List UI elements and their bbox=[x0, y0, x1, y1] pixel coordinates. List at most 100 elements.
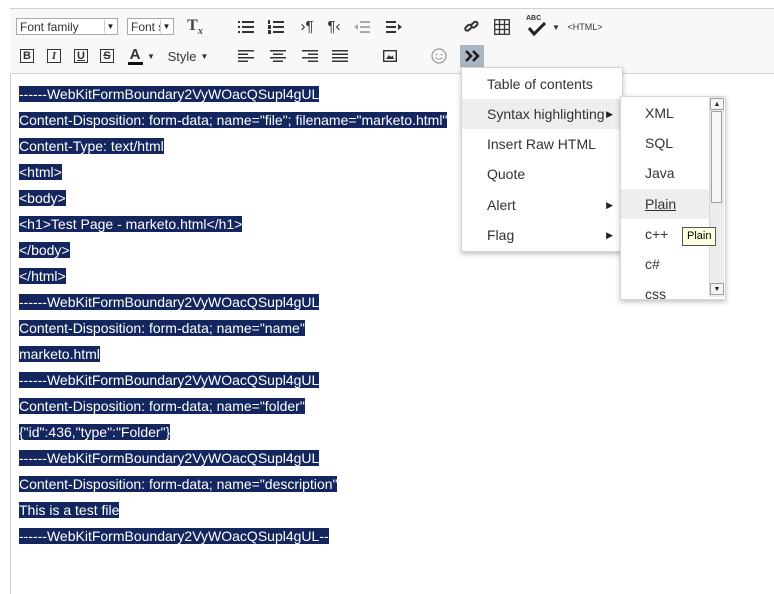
bullet-list-button[interactable] bbox=[236, 18, 256, 36]
menu-item-table-of-contents[interactable]: Table of contents bbox=[462, 69, 622, 99]
bold-icon: B bbox=[23, 50, 31, 62]
numbered-list-button[interactable] bbox=[266, 18, 286, 36]
menu-item-quote[interactable]: Quote bbox=[462, 159, 622, 189]
selected-text: </html> bbox=[19, 268, 66, 284]
font-color-button[interactable]: A bbox=[126, 45, 144, 67]
menu-item-label: Syntax highlighting bbox=[487, 106, 605, 122]
more-button[interactable] bbox=[460, 45, 484, 67]
align-left-button[interactable] bbox=[236, 48, 256, 64]
bold-button[interactable]: B bbox=[20, 49, 34, 63]
content-line: marketo.html bbox=[19, 344, 100, 364]
indent-icon bbox=[386, 21, 402, 33]
link-button[interactable] bbox=[462, 18, 482, 36]
menu-item-label: Quote bbox=[487, 166, 526, 182]
selected-text: <h1>Test Page - marketo.html</h1> bbox=[19, 216, 243, 232]
submenu-item-plain[interactable]: Plain bbox=[621, 189, 709, 219]
align-left-icon bbox=[238, 50, 254, 62]
menu-item-alert[interactable]: Alert ▶ bbox=[462, 190, 622, 220]
underline-button[interactable]: U bbox=[74, 49, 88, 63]
content-line: Content-Disposition: form-data; name="de… bbox=[19, 474, 338, 494]
strikethrough-button[interactable]: S bbox=[100, 49, 114, 63]
style-select[interactable]: Style ▼ bbox=[164, 46, 212, 66]
font-size-label: Font si bbox=[131, 19, 161, 34]
chevron-down-icon: ▼ bbox=[200, 51, 209, 61]
font-size-select[interactable]: Font si ▼ bbox=[127, 18, 174, 35]
menu-item-syntax-highlighting[interactable]: Syntax highlighting ▶ bbox=[462, 99, 622, 129]
image-button[interactable] bbox=[381, 47, 399, 65]
ltr-paragraph-button[interactable]: ›¶ bbox=[296, 16, 318, 36]
content-line: ------WebKitFormBoundary2VyWOacQSupl4gUL bbox=[19, 370, 320, 390]
selected-text: Content-Disposition: form-data; name="na… bbox=[19, 320, 305, 336]
chevron-down-icon: ▼ bbox=[713, 285, 721, 293]
submenu-item-label: XML bbox=[645, 105, 674, 121]
content-line: Content-Disposition: form-data; name="na… bbox=[19, 318, 305, 338]
tooltip-text: Plain bbox=[687, 230, 712, 242]
content-line: <h1>Test Page - marketo.html</h1> bbox=[19, 214, 243, 234]
justify-icon bbox=[332, 50, 348, 62]
chevron-down-icon: ▼ bbox=[552, 22, 560, 32]
selected-text: Content-Disposition: form-data; name="fi… bbox=[19, 112, 448, 128]
font-family-label: Font family bbox=[20, 19, 79, 34]
rtl-paragraph-button[interactable]: ¶‹ bbox=[323, 16, 345, 36]
selected-text: Content-Disposition: form-data; name="de… bbox=[19, 476, 338, 492]
clear-format-glyph: T bbox=[187, 16, 198, 34]
selected-text: ------WebKitFormBoundary2VyWOacQSupl4gUL bbox=[19, 86, 320, 102]
menu-item-insert-raw-html[interactable]: Insert Raw HTML bbox=[462, 129, 622, 159]
clear-format-button[interactable]: Tx bbox=[184, 17, 206, 37]
chevron-down-icon: ▼ bbox=[160, 20, 172, 33]
font-color-dropdown[interactable]: ▼ bbox=[146, 49, 156, 63]
scroll-down-button[interactable]: ▼ bbox=[710, 283, 724, 295]
outdent-icon bbox=[354, 21, 370, 33]
scroll-up-button[interactable]: ▲ bbox=[710, 98, 724, 110]
submenu-item-java[interactable]: Java bbox=[621, 158, 709, 188]
font-color-icon: A bbox=[129, 46, 141, 63]
content-line: </body> bbox=[19, 240, 70, 260]
selected-text: ------WebKitFormBoundary2VyWOacQSupl4gUL… bbox=[19, 528, 329, 544]
font-color-swatch bbox=[127, 62, 143, 65]
align-right-button[interactable] bbox=[300, 48, 320, 64]
content-line: ------WebKitFormBoundary2VyWOacQSupl4gUL bbox=[19, 292, 320, 312]
content-line: Content-Type: text/html bbox=[19, 136, 164, 156]
html-source-icon: <HTML> bbox=[567, 22, 603, 32]
selected-text: ------WebKitFormBoundary2VyWOacQSupl4gUL bbox=[19, 294, 320, 310]
content-line: <html> bbox=[19, 162, 62, 182]
align-center-button[interactable] bbox=[268, 48, 288, 64]
chevron-down-icon: ▼ bbox=[147, 51, 155, 61]
indent-button[interactable] bbox=[384, 18, 404, 36]
submenu-scrollbar[interactable]: ▲ ▼ bbox=[709, 97, 724, 297]
menu-item-flag[interactable]: Flag ▶ bbox=[462, 220, 622, 250]
font-family-select[interactable]: Font family ▼ bbox=[16, 18, 118, 35]
outdent-button[interactable] bbox=[352, 18, 372, 36]
content-line: {"id":436,"type":"Folder"} bbox=[19, 422, 171, 442]
tooltip: Plain bbox=[682, 227, 717, 246]
underline-icon: U bbox=[77, 50, 85, 62]
menu-item-label: Flag bbox=[487, 227, 515, 243]
selected-text: ------WebKitFormBoundary2VyWOacQSupl4gUL bbox=[19, 372, 320, 388]
spellcheck-button[interactable]: ABC bbox=[524, 14, 548, 38]
spellcheck-dropdown[interactable]: ▼ bbox=[551, 18, 561, 36]
menu-item-label: Table of contents bbox=[487, 76, 593, 92]
table-button[interactable] bbox=[492, 17, 512, 37]
html-source-button[interactable]: <HTML> bbox=[567, 18, 603, 36]
scroll-thumb[interactable] bbox=[711, 111, 722, 203]
emoji-button[interactable] bbox=[429, 46, 449, 66]
rtl-paragraph-icon: ¶‹ bbox=[327, 17, 341, 35]
chevron-down-icon: ▼ bbox=[104, 20, 116, 33]
selected-text: <body> bbox=[19, 190, 66, 206]
italic-button[interactable]: I bbox=[47, 49, 61, 63]
spellcheck-icon: ABC bbox=[524, 14, 548, 38]
justify-button[interactable] bbox=[330, 48, 350, 64]
more-menu: Table of contents Syntax highlighting ▶ I… bbox=[461, 67, 623, 252]
content-line: Content-Disposition: form-data; name="fi… bbox=[19, 110, 448, 130]
submenu-item-xml[interactable]: XML bbox=[621, 98, 709, 128]
spellcheck-label: ABC bbox=[526, 15, 542, 22]
menu-item-label: Insert Raw HTML bbox=[487, 136, 596, 152]
selected-text: Content-Type: text/html bbox=[19, 138, 164, 154]
submenu-item-css[interactable]: css bbox=[621, 279, 709, 299]
submenu-item-label: SQL bbox=[645, 135, 674, 151]
selected-text: <html> bbox=[19, 164, 62, 180]
submenu-item-csharp[interactable]: c# bbox=[621, 249, 709, 279]
content-line: This is a test file bbox=[19, 500, 120, 520]
chevron-right-icon: ▶ bbox=[606, 200, 613, 210]
submenu-item-sql[interactable]: SQL bbox=[621, 128, 709, 158]
